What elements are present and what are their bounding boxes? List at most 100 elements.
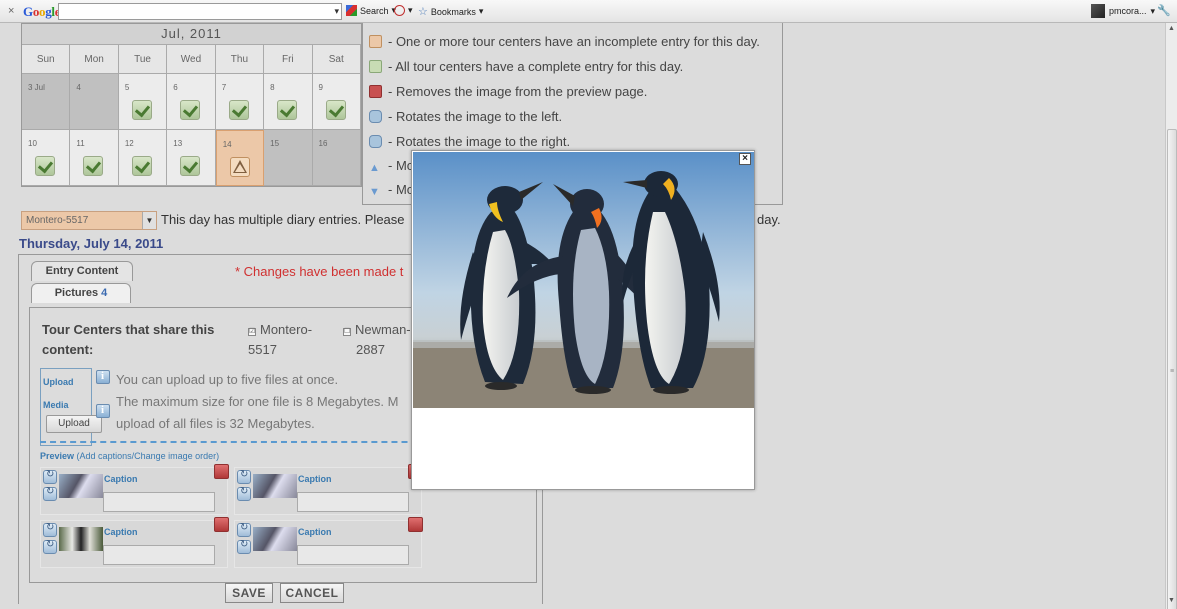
complete-check-icon	[325, 100, 346, 120]
preview-thumbnail[interactable]	[59, 527, 103, 551]
weekday-thu: Thu	[215, 45, 265, 74]
google-logo[interactable]: Google	[23, 4, 61, 20]
trash-icon[interactable]	[214, 517, 229, 532]
calendar-day[interactable]: 10	[22, 130, 71, 186]
complete-check-icon	[83, 156, 104, 176]
page-title: Thursday, July 14, 2011	[19, 236, 164, 251]
rotate-left-icon[interactable]	[237, 486, 251, 501]
calendar-day[interactable]: 13	[167, 130, 216, 186]
arrow-down-icon	[369, 183, 382, 196]
calendar-day[interactable]: 5	[118, 74, 168, 130]
popup-blocker-icon	[394, 5, 405, 16]
calendar-day[interactable]: 15	[264, 130, 313, 186]
rotate-left-icon[interactable]	[43, 539, 57, 554]
calendar-day[interactable]: 11	[70, 130, 119, 186]
weekday-sun: Sun	[22, 45, 71, 74]
google-toolbar: × Google ▾ Search ▾ ▾ ☆ Bookmarks ▾ pmco…	[0, 0, 1177, 23]
page-scrollbar[interactable]: ▲ ≡ ▼	[1165, 23, 1177, 609]
info-icon	[96, 370, 110, 384]
rotate-right-icon[interactable]	[237, 522, 251, 537]
google-search-icon	[346, 5, 357, 16]
tour-center-option[interactable]: ☑ Montero- 5517	[248, 320, 312, 360]
complete-check-icon	[35, 156, 55, 176]
image-preview-modal: ×	[411, 150, 755, 490]
preview-item: Caption	[234, 517, 423, 568]
calendar-day-selected[interactable]: 14	[215, 130, 265, 186]
trash-icon[interactable]	[408, 517, 423, 532]
diary-entry-select[interactable]: Montero-5517 ▼	[21, 211, 157, 230]
trash-icon	[369, 85, 382, 98]
calendar-day[interactable]: 7	[215, 74, 265, 130]
calendar-day[interactable]: 8	[264, 74, 313, 130]
calendar-weekday-header: Sun Mon Tue Wed Thu Fri Sat	[22, 45, 361, 74]
preview-item: Caption	[234, 464, 423, 515]
avatar	[1090, 4, 1105, 18]
caption-input[interactable]	[297, 492, 409, 512]
scrollbar-thumb[interactable]: ≡	[1167, 129, 1177, 609]
calendar-day[interactable]: 3 Jul	[22, 74, 71, 130]
upload-media-box[interactable]: Upload Media	[40, 368, 92, 446]
rotate-left-icon[interactable]	[43, 486, 57, 501]
preview-item: Caption	[40, 517, 229, 568]
preview-thumbnail[interactable]	[253, 474, 297, 498]
bookmarks-button[interactable]: ☆ Bookmarks ▾	[418, 5, 483, 18]
legend-item: - Removes the image from the preview pag…	[369, 84, 647, 99]
caption-input[interactable]	[297, 545, 409, 565]
preview-thumbnail[interactable]	[59, 474, 103, 498]
user-menu[interactable]: pmcora... ▾	[1090, 4, 1155, 18]
preview-thumbnail[interactable]	[253, 527, 297, 551]
legend-item: - One or more tour centers have an incom…	[369, 34, 760, 49]
complete-check-icon	[180, 100, 201, 120]
calendar-day[interactable]: 4	[70, 74, 119, 130]
popup-blocker-button[interactable]: ▾	[394, 5, 413, 16]
search-button[interactable]: Search ▾	[346, 5, 396, 16]
calendar: Jul, 2011 Sun Mon Tue Wed Thu Fri Sat 3 …	[21, 23, 362, 187]
trash-icon[interactable]	[214, 464, 229, 479]
google-search-input[interactable]: ▾	[58, 3, 342, 20]
upload-total-text: upload of all files is 32 Megabytes.	[116, 416, 315, 431]
checkbox[interactable]: ☐	[343, 328, 351, 336]
changes-notice: * Changes have been made t	[235, 264, 404, 279]
toolbar-close-icon[interactable]: ×	[8, 5, 14, 17]
checkbox-checked[interactable]: ☑	[248, 328, 256, 336]
rotate-left-icon[interactable]	[237, 539, 251, 554]
calendar-day[interactable]: 16	[312, 130, 361, 186]
calendar-day[interactable]: 12	[118, 130, 168, 186]
calendar-day[interactable]: 9	[312, 74, 361, 130]
close-icon[interactable]: ×	[739, 153, 751, 165]
complete-check-icon	[131, 100, 152, 120]
weekday-fri: Fri	[264, 45, 313, 74]
search-dropdown-icon[interactable]: ▾	[334, 6, 339, 17]
chevron-down-icon: ▼	[142, 212, 156, 229]
tour-center-option[interactable]: ☐ Newman- 2887	[343, 320, 411, 360]
weekday-mon: Mon	[70, 45, 119, 74]
upload-button[interactable]: Upload	[46, 415, 102, 433]
arrow-up-icon	[369, 159, 382, 172]
save-button[interactable]: SAVE	[225, 583, 273, 603]
wrench-icon[interactable]: 🔧	[1157, 4, 1171, 17]
preview-image	[413, 152, 754, 408]
legend-item: - All tour centers have a complete entry…	[369, 59, 683, 74]
caption-input[interactable]	[103, 492, 215, 512]
calendar-week: 3 Jul 4 5 6 7 8 9	[22, 74, 361, 130]
weekday-sat: Sat	[312, 45, 361, 74]
cancel-button[interactable]: CANCEL	[280, 583, 344, 603]
rotate-right-icon[interactable]	[43, 522, 57, 537]
tab-entry-content[interactable]: Entry Content	[31, 261, 133, 281]
calendar-day[interactable]: 6	[167, 74, 216, 130]
caption-input[interactable]	[103, 545, 215, 565]
tour-centers-label: Tour Centers that share this content:	[42, 322, 215, 357]
complete-check-icon	[131, 156, 152, 176]
weekday-wed: Wed	[167, 45, 216, 74]
tab-pictures[interactable]: Pictures 4	[31, 283, 131, 303]
complete-check-icon	[228, 100, 249, 120]
rotate-right-icon[interactable]	[237, 469, 251, 484]
scroll-up-icon[interactable]: ▲	[1166, 23, 1177, 35]
penguins-photo	[413, 152, 754, 408]
preview-label: Preview (Add captions/Change image order…	[40, 451, 220, 461]
warning-icon	[369, 35, 382, 48]
rotate-right-icon[interactable]	[43, 469, 57, 484]
upload-size-text: The maximum size for one file is 8 Megab…	[116, 394, 399, 409]
scroll-down-icon[interactable]: ▼	[1166, 595, 1177, 607]
multiple-entries-message: This day has multiple diary entries. Ple…	[161, 212, 405, 227]
